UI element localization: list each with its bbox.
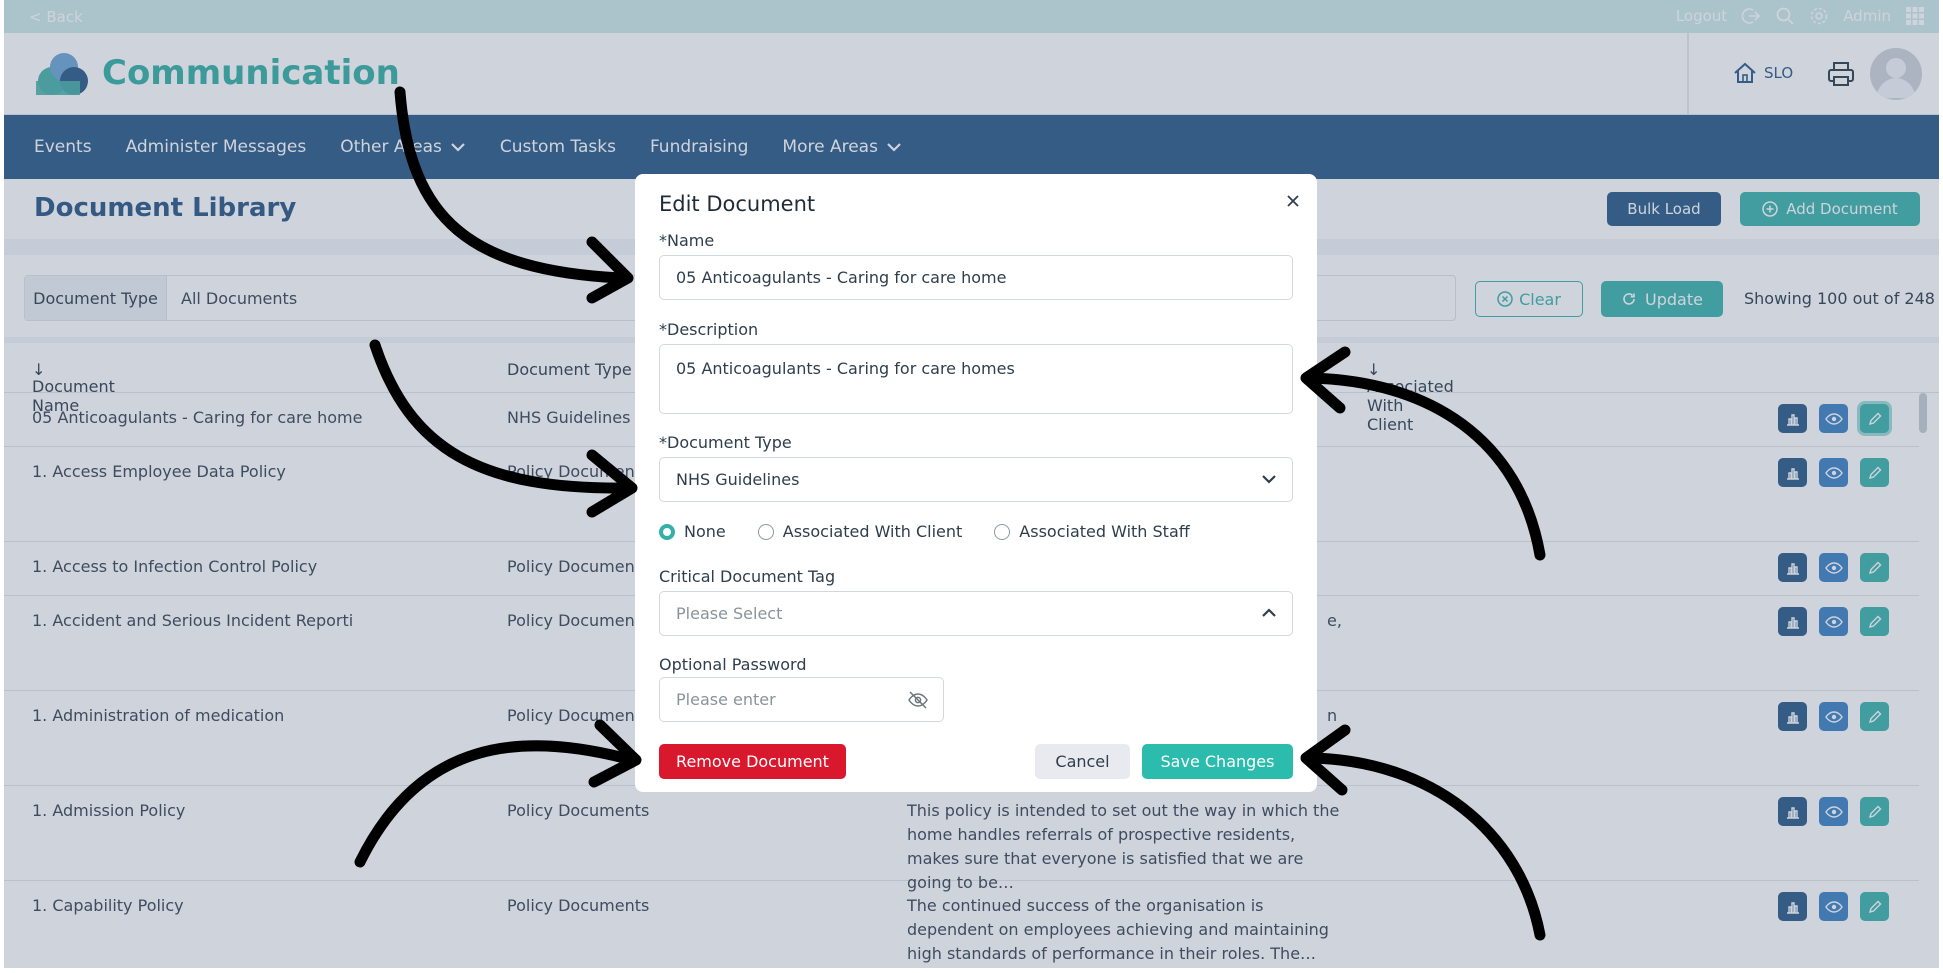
- radio-indicator: [994, 523, 1011, 540]
- document-type-selected-value: NHS Guidelines: [676, 470, 800, 489]
- edit-document-modal: Edit Document *Name 05 Anticoagulants - …: [635, 174, 1317, 792]
- eye-off-icon[interactable]: [907, 689, 929, 711]
- radio-none[interactable]: None: [659, 522, 726, 541]
- tag-placeholder: Please Select: [676, 604, 783, 623]
- optional-password-input[interactable]: Please enter: [659, 677, 944, 722]
- critical-document-tag-label: Critical Document Tag: [659, 567, 836, 586]
- save-changes-button[interactable]: Save Changes: [1142, 744, 1293, 779]
- critical-document-tag-select[interactable]: Please Select: [659, 591, 1293, 636]
- close-icon[interactable]: [1282, 190, 1304, 212]
- description-textarea[interactable]: 05 Anticoagulants - Caring for care home…: [659, 344, 1293, 414]
- radio-associated-with-staff[interactable]: Associated With Staff: [994, 522, 1190, 541]
- modal-title: Edit Document: [659, 192, 816, 216]
- association-radio-group: None Associated With Client Associated W…: [659, 522, 1190, 541]
- cancel-button[interactable]: Cancel: [1035, 744, 1130, 779]
- document-type-select[interactable]: NHS Guidelines: [659, 457, 1293, 502]
- radio-label: Associated With Client: [782, 522, 963, 541]
- name-input[interactable]: 05 Anticoagulants - Caring for care home: [659, 255, 1293, 300]
- radio-label: Associated With Staff: [1019, 522, 1190, 541]
- document-type-label: *Document Type: [659, 433, 792, 452]
- radio-indicator: [757, 523, 774, 540]
- description-label: *Description: [659, 320, 759, 339]
- name-label: *Name: [659, 231, 715, 250]
- chevron-up-icon: [1262, 608, 1276, 617]
- password-placeholder: Please enter: [676, 690, 776, 709]
- radio-indicator: [659, 523, 675, 540]
- remove-document-button[interactable]: Remove Document: [659, 744, 846, 779]
- radio-associated-with-client[interactable]: Associated With Client: [757, 522, 963, 541]
- optional-password-label: Optional Password: [659, 655, 807, 674]
- radio-label: None: [684, 522, 726, 541]
- screenshot-stage: < Back Logout Admin Communication SLO Ev…: [0, 0, 1943, 973]
- app-window: < Back Logout Admin Communication SLO Ev…: [4, 0, 1939, 968]
- chevron-down-icon: [1262, 475, 1276, 484]
